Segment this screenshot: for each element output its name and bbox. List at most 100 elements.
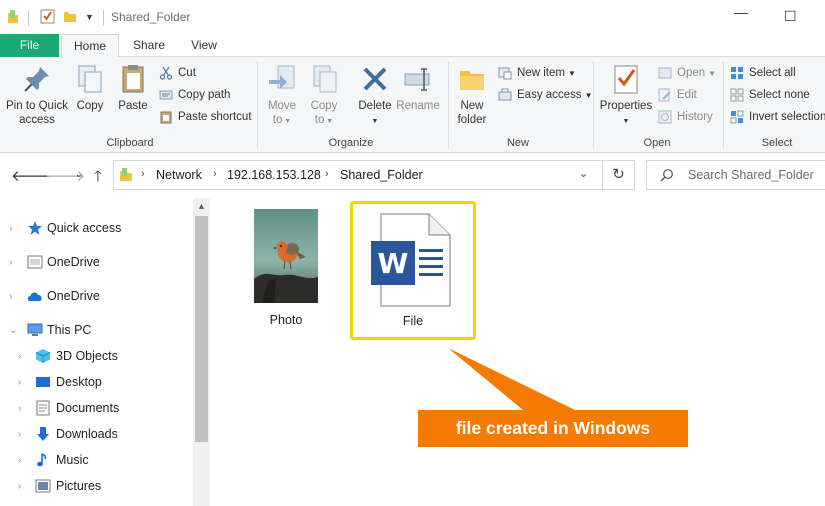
- select-all-button[interactable]: Select all: [730, 64, 796, 82]
- new-item-icon: [498, 66, 512, 80]
- new-item-button[interactable]: New item ▼: [498, 64, 576, 82]
- desktop-icon: [35, 374, 51, 390]
- move-to-icon: [266, 63, 298, 95]
- nav-item-onedrive[interactable]: › OneDrive: [0, 284, 193, 308]
- nav-label: Pictures: [56, 479, 102, 493]
- nav-label: Music: [56, 453, 89, 467]
- rename-label: Rename: [396, 100, 440, 112]
- refresh-icon: ↻: [612, 166, 625, 183]
- breadcrumb-network[interactable]: Network: [156, 168, 202, 182]
- expand-chevron-icon[interactable]: ›: [18, 429, 21, 440]
- expand-chevron-icon[interactable]: ›: [18, 403, 21, 414]
- clipboard-group-label: Clipboard: [106, 137, 154, 149]
- tab-home[interactable]: Home: [61, 34, 119, 58]
- navpane-scrollbar[interactable]: ▲: [193, 198, 210, 506]
- divider: [257, 61, 258, 149]
- open-button[interactable]: Open ▼: [658, 64, 716, 82]
- expand-chevron-icon[interactable]: ›: [18, 481, 21, 492]
- paste-button[interactable]: Paste: [114, 63, 152, 113]
- move-to-button[interactable]: Move to ▼: [264, 63, 300, 129]
- nav-label: 3D Objects: [56, 349, 118, 363]
- paste-shortcut-label: Paste shortcut: [178, 111, 252, 123]
- download-icon: [35, 426, 51, 442]
- divider: [448, 61, 449, 149]
- tab-file[interactable]: File: [0, 34, 59, 57]
- cut-button[interactable]: Cut: [159, 64, 196, 82]
- properties-quick-icon[interactable]: [40, 9, 55, 27]
- nav-item-pictures[interactable]: › Pictures: [0, 474, 193, 498]
- breadcrumb-shared-folder[interactable]: Shared_Folder: [340, 168, 423, 182]
- select-none-button[interactable]: Select none: [730, 86, 810, 104]
- select-all-icon: [730, 66, 744, 80]
- edit-label: Edit: [677, 89, 697, 101]
- customize-toolbar-icon[interactable]: ▼: [85, 12, 94, 22]
- history-label: History: [677, 111, 713, 123]
- delete-button[interactable]: Delete ▼: [355, 63, 395, 129]
- copy-path-label: Copy path: [178, 89, 231, 101]
- expand-chevron-icon[interactable]: ›: [9, 291, 12, 302]
- file-item-word[interactable]: W File: [350, 201, 476, 340]
- easy-access-button[interactable]: Easy access ▼: [498, 86, 592, 104]
- nav-item-3d-objects[interactable]: › 3D Objects: [0, 344, 193, 368]
- cube-icon: [35, 348, 51, 364]
- search-input[interactable]: Search Shared_Folder: [646, 160, 825, 190]
- expand-chevron-icon[interactable]: ›: [18, 351, 21, 362]
- delete-label: Delete: [358, 100, 392, 112]
- invert-selection-button[interactable]: Invert selection: [730, 108, 825, 126]
- pin-to-quick-access-button[interactable]: Pin to Quick access: [4, 63, 70, 127]
- music-icon: [35, 452, 51, 468]
- paste-shortcut-button[interactable]: Paste shortcut: [159, 108, 252, 126]
- nav-item-quick-access[interactable]: › Quick access: [0, 216, 193, 240]
- folder-icon: [27, 254, 43, 270]
- svg-text:W: W: [378, 247, 409, 280]
- edit-button[interactable]: Edit: [658, 86, 697, 104]
- cut-label: Cut: [178, 67, 196, 79]
- up-arrow-icon[interactable]: 🡑: [94, 166, 102, 191]
- divider: [103, 10, 104, 26]
- history-button[interactable]: History: [658, 108, 713, 126]
- expand-chevron-icon[interactable]: ›: [18, 455, 21, 466]
- nav-item-onedrive-personal[interactable]: › OneDrive: [0, 250, 193, 274]
- title-bar: ▼ Shared_Folder — ☐: [0, 0, 825, 34]
- copy-path-button[interactable]: Copy path: [159, 86, 230, 104]
- expand-chevron-icon[interactable]: ›: [18, 377, 21, 388]
- network-folder-icon: [118, 167, 134, 186]
- address-history-chevron-icon[interactable]: ⌄: [579, 167, 588, 180]
- collapse-chevron-icon[interactable]: ⌄: [9, 325, 17, 336]
- nav-item-this-pc[interactable]: ⌄ This PC: [0, 318, 193, 342]
- tab-share[interactable]: Share: [121, 34, 177, 57]
- new-folder-button[interactable]: New folder: [452, 63, 492, 127]
- address-bar[interactable]: › Network › 192.168.153.128 › Shared_Fol…: [113, 160, 603, 190]
- nav-item-downloads[interactable]: › Downloads: [0, 422, 193, 446]
- nav-label: OneDrive: [47, 289, 100, 303]
- tab-view[interactable]: View: [180, 34, 228, 57]
- nav-item-desktop[interactable]: › Desktop: [0, 370, 193, 394]
- breadcrumb-chevron-icon[interactable]: ›: [213, 168, 217, 180]
- breadcrumb-chevron-icon[interactable]: ›: [325, 168, 329, 180]
- breadcrumb-host[interactable]: 192.168.153.128: [227, 168, 321, 182]
- scroll-up-icon[interactable]: ▲: [193, 198, 210, 215]
- breadcrumb-chevron-icon[interactable]: ›: [141, 168, 145, 180]
- minimize-button[interactable]: —: [734, 4, 748, 20]
- file-item-photo[interactable]: Photo: [244, 209, 328, 327]
- refresh-button[interactable]: ↻: [603, 160, 635, 190]
- search-icon: [660, 168, 674, 185]
- recent-locations-chevron-icon[interactable]: ⌄: [75, 169, 83, 180]
- expand-chevron-icon[interactable]: ›: [9, 257, 12, 268]
- scroll-thumb[interactable]: [195, 216, 208, 442]
- star-icon: [27, 220, 43, 236]
- nav-item-documents[interactable]: › Documents: [0, 396, 193, 420]
- maximize-button[interactable]: ☐: [784, 8, 797, 25]
- copy-to-button[interactable]: Copy to ▼: [306, 63, 342, 129]
- new-folder-quick-icon[interactable]: [63, 9, 77, 27]
- nav-item-music[interactable]: › Music: [0, 448, 193, 472]
- open-group-label: Open: [643, 137, 671, 149]
- copy-button[interactable]: Copy: [72, 63, 108, 113]
- select-group-label: Select: [761, 137, 793, 149]
- rename-button[interactable]: Rename: [396, 63, 440, 113]
- organize-group-label: Organize: [328, 137, 374, 149]
- annotation-callout: file created in Windows: [418, 410, 688, 447]
- expand-chevron-icon[interactable]: ›: [9, 223, 12, 234]
- properties-button[interactable]: Properties ▼: [597, 63, 655, 129]
- copy-to-icon: [308, 63, 340, 95]
